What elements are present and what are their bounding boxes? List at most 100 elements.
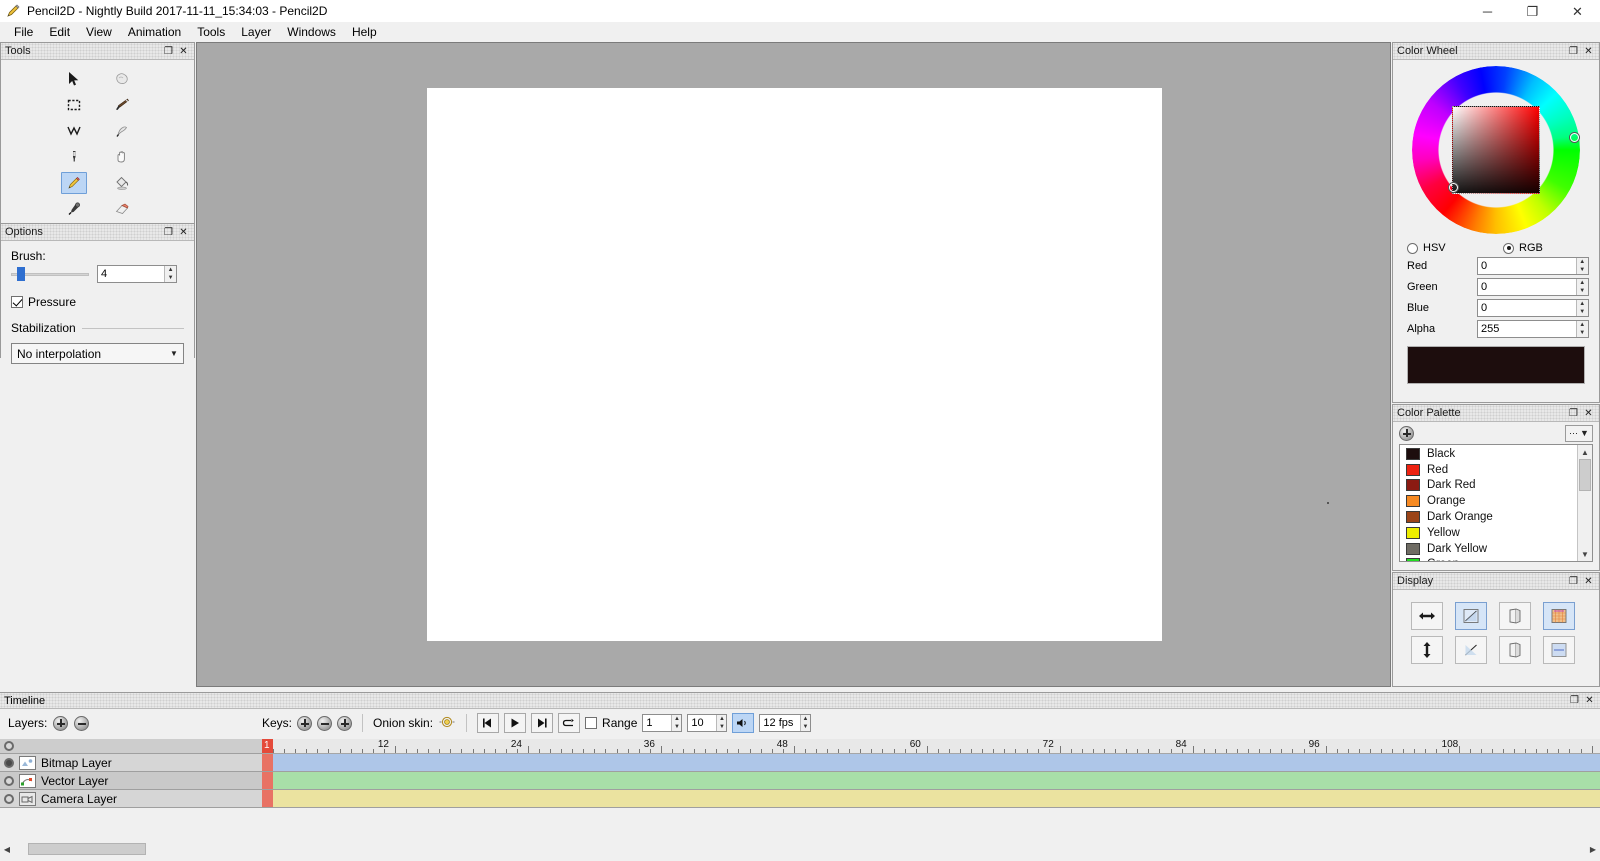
palette-item[interactable]: Yellow (1400, 525, 1577, 541)
slider-handle[interactable] (17, 267, 25, 281)
blue-stepper[interactable]: ▲ ▼ (1477, 299, 1589, 317)
hscroll-track[interactable] (14, 843, 1586, 855)
stepper-arrows[interactable]: ▲ ▼ (1575, 279, 1588, 295)
mirror-button[interactable] (1499, 602, 1531, 630)
stepper-down-icon[interactable]: ▼ (801, 723, 811, 731)
select-tool[interactable] (61, 94, 87, 116)
eraser-tool[interactable] (109, 198, 135, 220)
close-icon[interactable]: ✕ (177, 226, 190, 239)
scroll-down-icon[interactable]: ▼ (1578, 547, 1592, 561)
fps-stepper[interactable]: ▲ ▼ (759, 714, 812, 732)
stepper-up-icon[interactable]: ▲ (165, 266, 176, 274)
hsv-radio-option[interactable]: HSV (1407, 242, 1503, 254)
add-layer-button[interactable] (53, 715, 69, 731)
stepper-down-icon[interactable]: ▼ (717, 723, 726, 731)
close-button[interactable]: ✕ (1555, 0, 1600, 22)
menu-animation[interactable]: Animation (120, 23, 189, 41)
play-button[interactable] (504, 713, 527, 733)
stepper-down-icon[interactable]: ▼ (1577, 287, 1588, 295)
duplicate-key-button[interactable] (337, 715, 353, 731)
pencil-tool[interactable] (60, 172, 87, 194)
eyedropper-tool[interactable] (61, 198, 87, 220)
color-wheel-widget[interactable] (1412, 66, 1580, 234)
stepper-arrows[interactable]: ▲ ▼ (799, 715, 811, 731)
hue-cursor-right[interactable] (1570, 133, 1579, 142)
brush-size-input[interactable] (98, 266, 165, 282)
stepper-up-icon[interactable]: ▲ (801, 715, 811, 723)
stepper-down-icon[interactable]: ▼ (1577, 266, 1588, 274)
scroll-left-icon[interactable]: ◀ (0, 842, 14, 856)
hand-tool[interactable] (109, 146, 135, 168)
smudge-tool[interactable] (109, 68, 135, 90)
range-start-stepper[interactable]: ▲ ▼ (642, 714, 683, 732)
alpha-input[interactable] (1478, 321, 1576, 337)
overlay-blue-button[interactable] (1543, 636, 1575, 664)
keyframe[interactable] (262, 772, 273, 789)
brush-size-stepper[interactable]: ▲ ▼ (97, 265, 177, 283)
stepper-up-icon[interactable]: ▲ (672, 715, 681, 723)
palette-options-button[interactable]: ⋯ ▼ (1565, 424, 1593, 442)
stepper-up-icon[interactable]: ▲ (1577, 258, 1588, 266)
layer-row[interactable]: Vector Layer (0, 772, 262, 790)
move-tool[interactable] (61, 68, 87, 90)
stepper-arrows[interactable]: ▲ ▼ (1575, 321, 1588, 337)
palette-item[interactable]: Dark Red (1400, 478, 1577, 494)
menu-windows[interactable]: Windows (279, 23, 344, 41)
pressure-checkbox[interactable] (11, 296, 23, 308)
stepper-up-icon[interactable]: ▲ (1577, 300, 1588, 308)
menu-edit[interactable]: Edit (41, 23, 78, 41)
layer-visibility-icon[interactable] (4, 793, 14, 804)
scroll-up-icon[interactable]: ▲ (1578, 445, 1592, 459)
float-icon[interactable]: ❐ (162, 226, 175, 239)
saturation-value-square[interactable] (1452, 106, 1540, 194)
layer-track[interactable] (262, 790, 1600, 808)
float-icon[interactable]: ❐ (1567, 45, 1580, 58)
layer-row[interactable]: Camera Layer (0, 790, 262, 808)
red-stepper[interactable]: ▲ ▼ (1477, 257, 1589, 275)
range-checkbox[interactable] (585, 717, 598, 729)
menu-layer[interactable]: Layer (233, 23, 279, 41)
brush-tool[interactable] (109, 94, 135, 116)
hue-cursor[interactable] (1449, 183, 1458, 192)
add-color-button[interactable] (1399, 425, 1414, 441)
palette-item[interactable]: Black (1400, 446, 1577, 462)
pressure-row[interactable]: Pressure (11, 295, 194, 309)
palette-item[interactable]: Green (1400, 557, 1577, 561)
float-icon[interactable]: ❐ (1567, 407, 1580, 420)
remove-key-button[interactable] (317, 715, 333, 731)
range-start-input[interactable] (643, 715, 672, 731)
interpolation-select[interactable]: No interpolation ▼ (11, 343, 184, 364)
scrollbar-thumb[interactable] (1579, 459, 1591, 491)
canvas-area[interactable] (196, 42, 1391, 687)
stepper-up-icon[interactable]: ▲ (1577, 279, 1588, 287)
stepper-down-icon[interactable]: ▼ (1577, 329, 1588, 337)
stepper-arrows[interactable]: ▲ ▼ (716, 715, 727, 731)
menu-view[interactable]: View (78, 23, 120, 41)
paint-bucket-tool[interactable] (109, 172, 135, 194)
fps-input[interactable] (760, 715, 800, 731)
stepper-up-icon[interactable]: ▲ (1577, 321, 1588, 329)
menu-file[interactable]: File (6, 23, 41, 41)
stepper-arrows[interactable]: ▲ ▼ (1575, 258, 1588, 274)
polyline-tool[interactable] (61, 120, 87, 142)
float-icon[interactable]: ❐ (1568, 694, 1581, 707)
scroll-right-icon[interactable]: ▶ (1586, 842, 1600, 856)
layer-visibility-icon[interactable] (4, 775, 14, 786)
blue-input[interactable] (1478, 300, 1576, 316)
rgb-radio[interactable] (1503, 242, 1514, 254)
play-next-button[interactable] (531, 713, 554, 733)
onion-next-button[interactable] (1455, 636, 1487, 664)
play-previous-button[interactable] (477, 713, 500, 733)
menu-help[interactable]: Help (344, 23, 385, 41)
chevron-down-icon[interactable]: ▼ (165, 349, 183, 358)
red-input[interactable] (1478, 258, 1576, 274)
brush-size-slider[interactable] (11, 267, 89, 281)
stepper-arrows[interactable]: ▲ ▼ (671, 715, 682, 731)
sound-toggle-button[interactable] (732, 713, 755, 733)
scrollbar-gutter[interactable] (1578, 491, 1592, 547)
float-icon[interactable]: ❐ (162, 45, 175, 58)
overlay-grid-button[interactable] (1543, 602, 1575, 630)
mirror-v-button[interactable] (1499, 636, 1531, 664)
palette-item[interactable]: Red (1400, 462, 1577, 478)
add-key-button[interactable] (297, 715, 313, 731)
